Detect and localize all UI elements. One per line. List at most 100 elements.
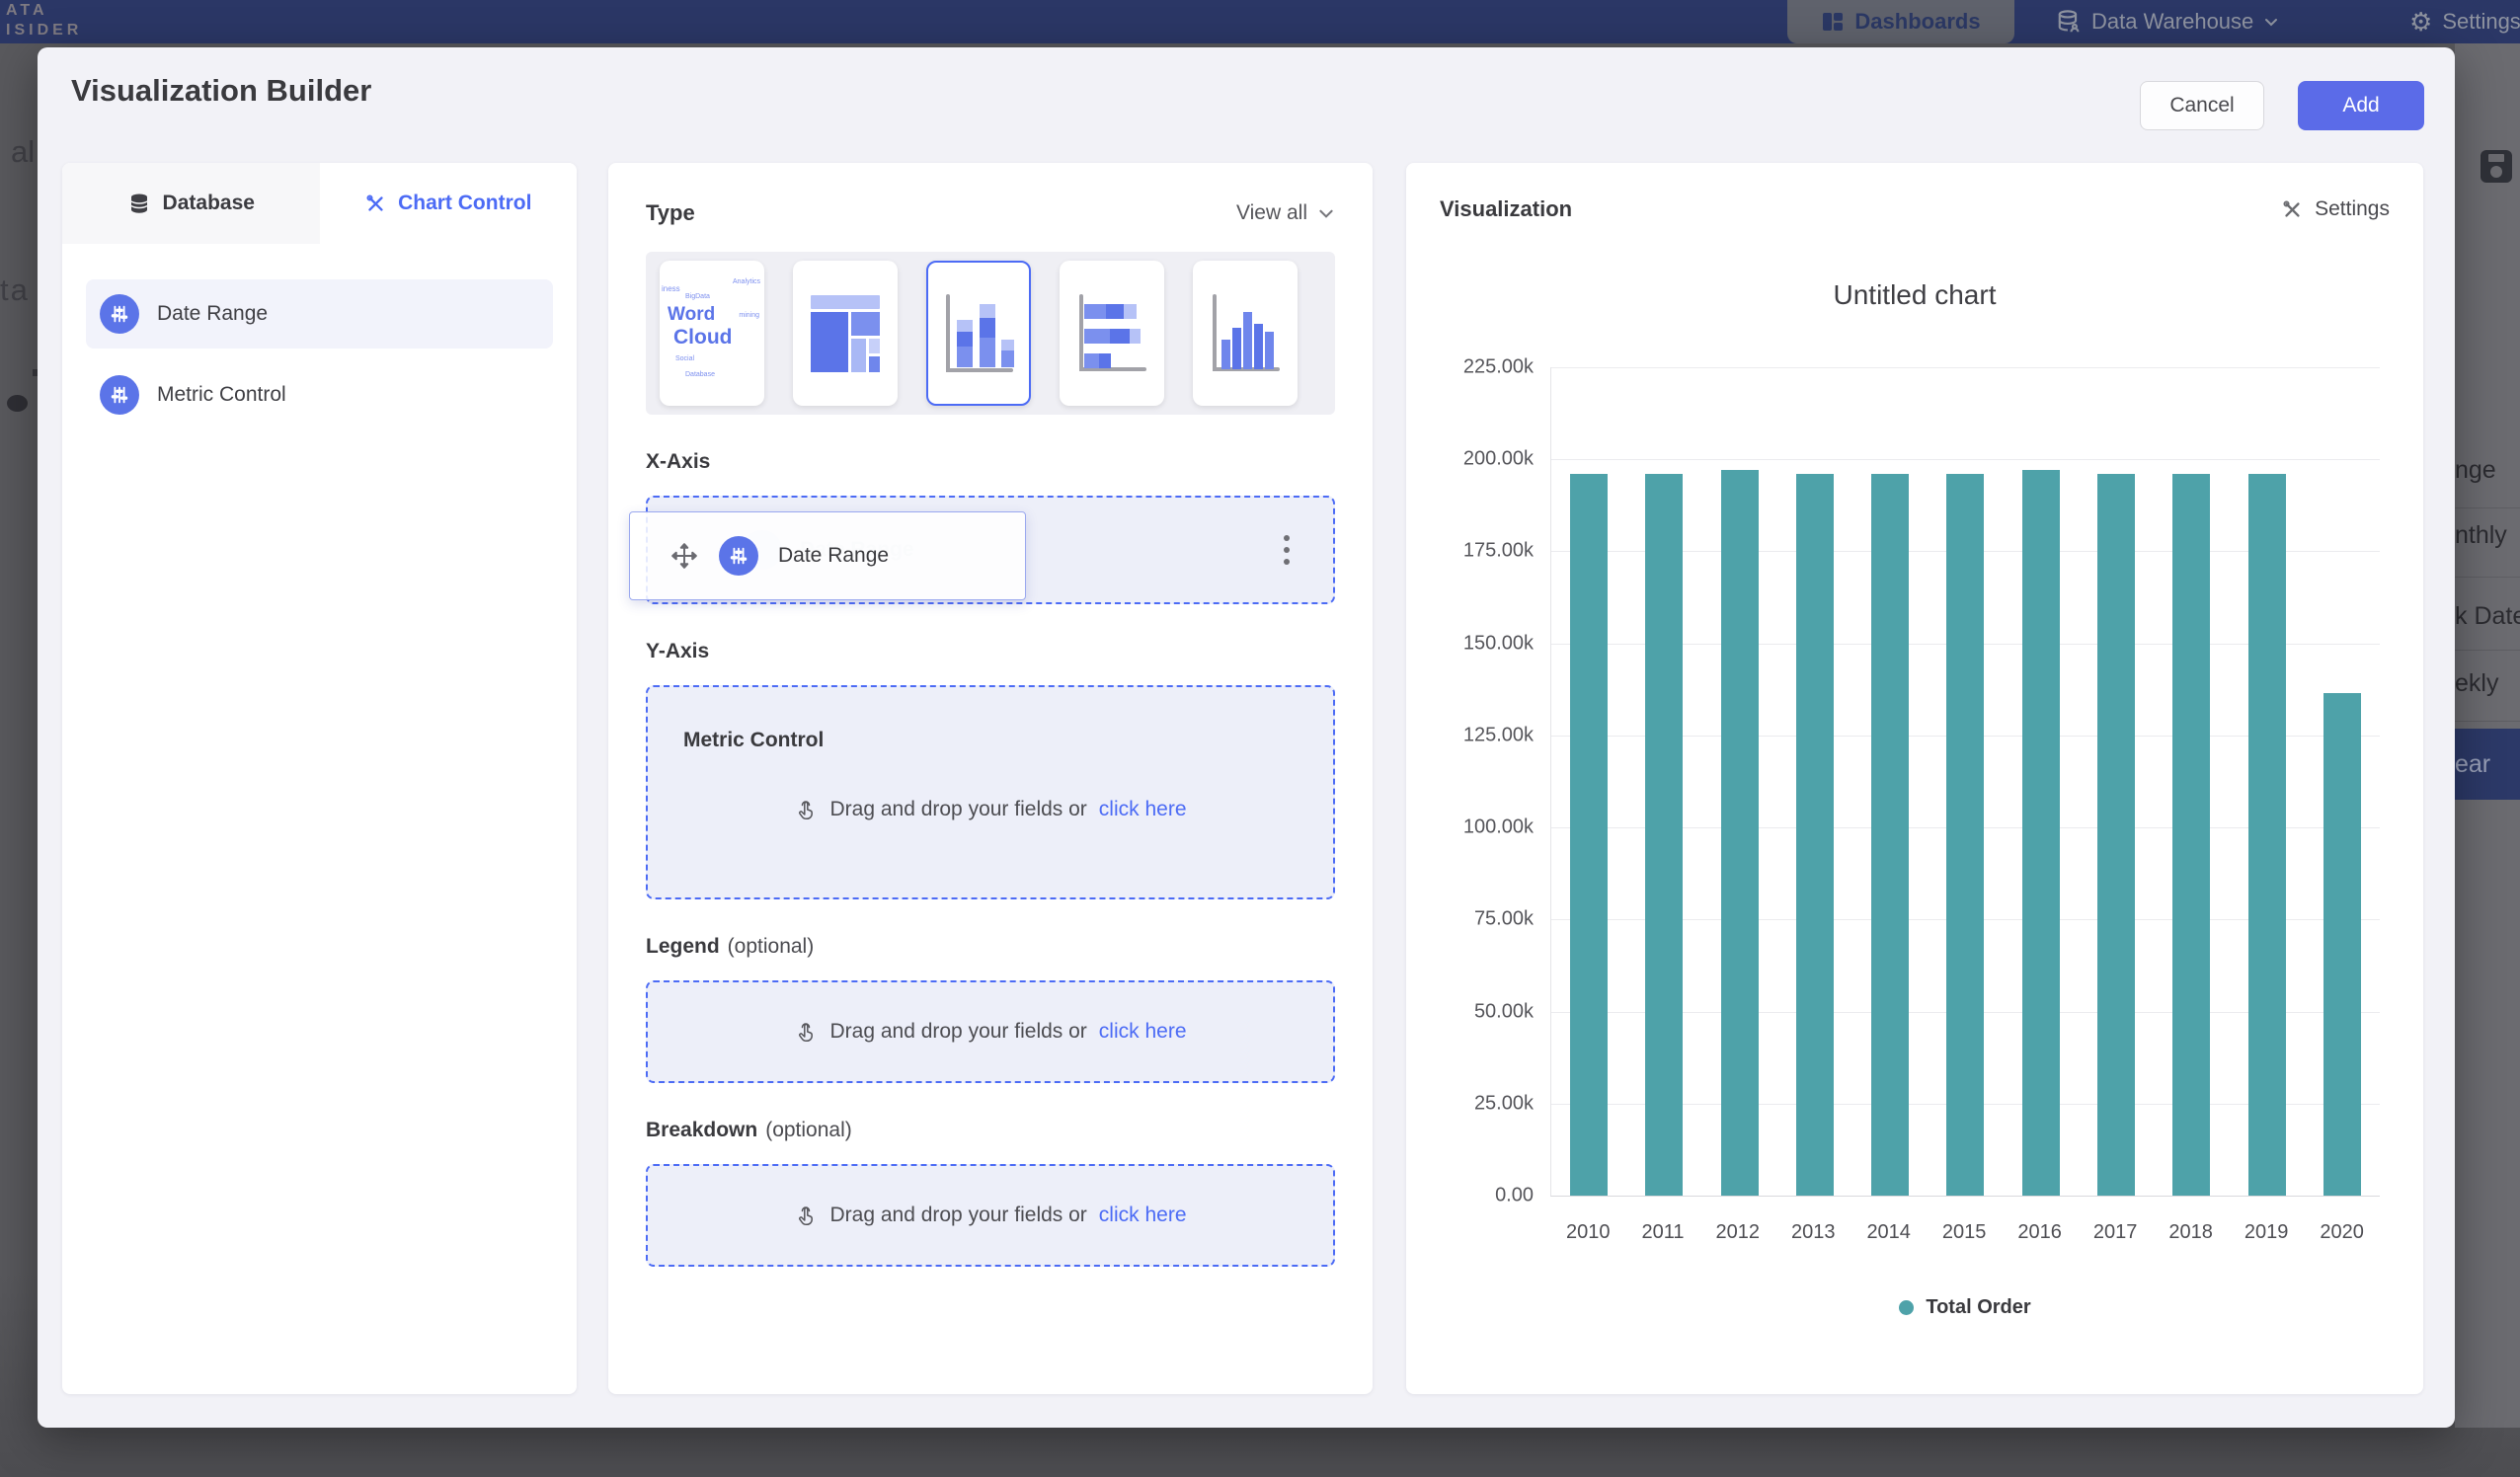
x-tick-label: 2018 [2168,1221,2213,1244]
chart-legend: Total Order [1550,1296,2380,1319]
stacked-bar-icon [1074,292,1149,375]
x-axis-drop-zone[interactable]: Date Range Date Range [646,496,1335,604]
tab-database[interactable]: Database [62,163,320,244]
breakdown-drop-zone[interactable]: Drag and drop your fields or click here [646,1164,1335,1267]
field-item-date-range[interactable]: Date Range [86,279,553,349]
drop-hint-text: Drag and drop your fields or [829,798,1086,821]
add-button[interactable]: Add [2298,81,2424,130]
column-chart-icon [1208,292,1283,375]
divider [2455,721,2520,722]
gear-icon: ⚙ [2409,9,2432,35]
y-axis-drop-zone[interactable]: Metric Control Drag and drop your fields… [646,685,1335,899]
view-all-dropdown[interactable]: View all [1236,201,1335,225]
click-here-link[interactable]: click here [1099,1204,1187,1227]
stacked-column-icon [941,290,1016,377]
bar [1796,474,1834,1196]
control-sliders-icon [719,536,758,576]
control-sliders-icon [100,375,139,415]
bar [1645,474,1683,1196]
tools-icon [364,193,386,214]
field-item-metric-control[interactable]: Metric Control [86,360,553,429]
fields-panel: Database Chart Control Date [62,163,577,1394]
save-icon [2481,150,2512,183]
bar [2022,470,2060,1196]
drop-hint-text: Drag and drop your fields or [829,1204,1086,1227]
type-card-stacked-column[interactable] [926,261,1031,406]
legend-label: Total Order [1926,1296,2030,1319]
chart-type-selector: iness Analytics BigData mining Social Da… [646,252,1335,415]
database-user-icon [2056,9,2082,35]
visualization-panel: Visualization Settings Untitled chart 22… [1406,163,2423,1394]
list-item: ekly [2455,669,2520,698]
type-card-treemap[interactable] [793,261,898,406]
nav-data-warehouse[interactable]: Data Warehouse [2056,0,2279,43]
app-logo: ATA ISIDER [6,1,82,40]
drop-hint-text: Drag and drop your fields or [829,1020,1086,1044]
x-tick-label: 2020 [2320,1221,2364,1244]
database-icon [127,192,151,215]
x-tick-label: 2010 [1566,1221,1611,1244]
visualization-builder-modal: Visualization Builder Cancel Add Databas… [38,47,2455,1428]
app-topbar: ATA ISIDER Dashboards Data Warehouse ⚙ S… [0,0,2520,43]
x-tick-label: 2012 [1715,1221,1760,1244]
background-bullet [7,395,28,412]
bar [2323,693,2361,1196]
cancel-button[interactable]: Cancel [2140,81,2264,130]
click-here-link[interactable]: click here [1099,1020,1187,1044]
x-tick-label: 2016 [2017,1221,2062,1244]
y-tick-label: 225.00k [1463,356,1534,379]
bar [1871,474,1909,1196]
kebab-menu-icon[interactable] [1284,535,1290,565]
click-here-link[interactable]: click here [1099,798,1187,821]
tab-chart-control[interactable]: Chart Control [320,163,578,244]
legend-dot [1899,1300,1914,1315]
y-tick-label: 50.00k [1474,1000,1534,1023]
tap-icon [794,798,818,821]
field-list: Date Range Metric Control [62,244,577,429]
bar [2172,474,2210,1196]
y-tick-label: 0.00 [1495,1185,1534,1207]
background-text-fragment: al [11,134,35,170]
gridline: 0.00 [1551,1196,2380,1197]
treemap-icon [811,295,880,372]
bar [1570,474,1608,1196]
divider [2455,650,2520,651]
builder-panel: Type View all iness Analytics BigData mi… [608,163,1373,1394]
y-tick-label: 100.00k [1463,816,1534,839]
bar [1721,470,1759,1196]
chip-label: Date Range [778,544,889,568]
legend-heading: Legend(optional) [646,935,1335,959]
x-tick-label: 2013 [1791,1221,1836,1244]
visualization-heading: Visualization [1440,196,1572,222]
y-tick-label: 75.00k [1474,908,1534,931]
chart-bars [1551,367,2380,1196]
breakdown-heading: Breakdown(optional) [646,1119,1335,1142]
x-tick-label: 2011 [1641,1221,1684,1244]
dragged-field-chip[interactable]: Date Range [629,511,1026,600]
move-icon [669,541,699,571]
dashboards-icon [1821,10,1845,34]
tap-icon [794,1204,818,1227]
divider [2455,507,2520,508]
type-card-word-cloud[interactable]: iness Analytics BigData mining Social Da… [660,261,764,406]
tap-icon [794,1020,818,1044]
nav-settings[interactable]: ⚙ Settings [2409,0,2520,43]
type-heading: Type [646,200,695,226]
chart-x-axis-labels: 2010201120122013201420152016201720182019… [1550,1221,2380,1244]
type-card-column[interactable] [1193,261,1298,406]
chart-settings-button[interactable]: Settings [2281,197,2390,221]
control-sliders-icon [100,294,139,334]
nav-dashboards[interactable]: Dashboards [1787,0,2014,43]
y-axis-zone-title: Metric Control [683,729,824,752]
bar [2248,474,2286,1196]
list-item: k Date [2455,602,2520,631]
x-tick-label: 2015 [1942,1221,1987,1244]
x-axis-heading: X-Axis [646,450,1335,474]
legend-drop-zone[interactable]: Drag and drop your fields or click here [646,980,1335,1083]
list-item-selected: ear [2455,729,2520,800]
type-card-stacked-bar[interactable] [1060,261,1164,406]
x-tick-label: 2017 [2093,1221,2138,1244]
bar [1946,474,1984,1196]
list-item: nge [2455,456,2520,485]
list-item: nthly [2455,521,2520,550]
